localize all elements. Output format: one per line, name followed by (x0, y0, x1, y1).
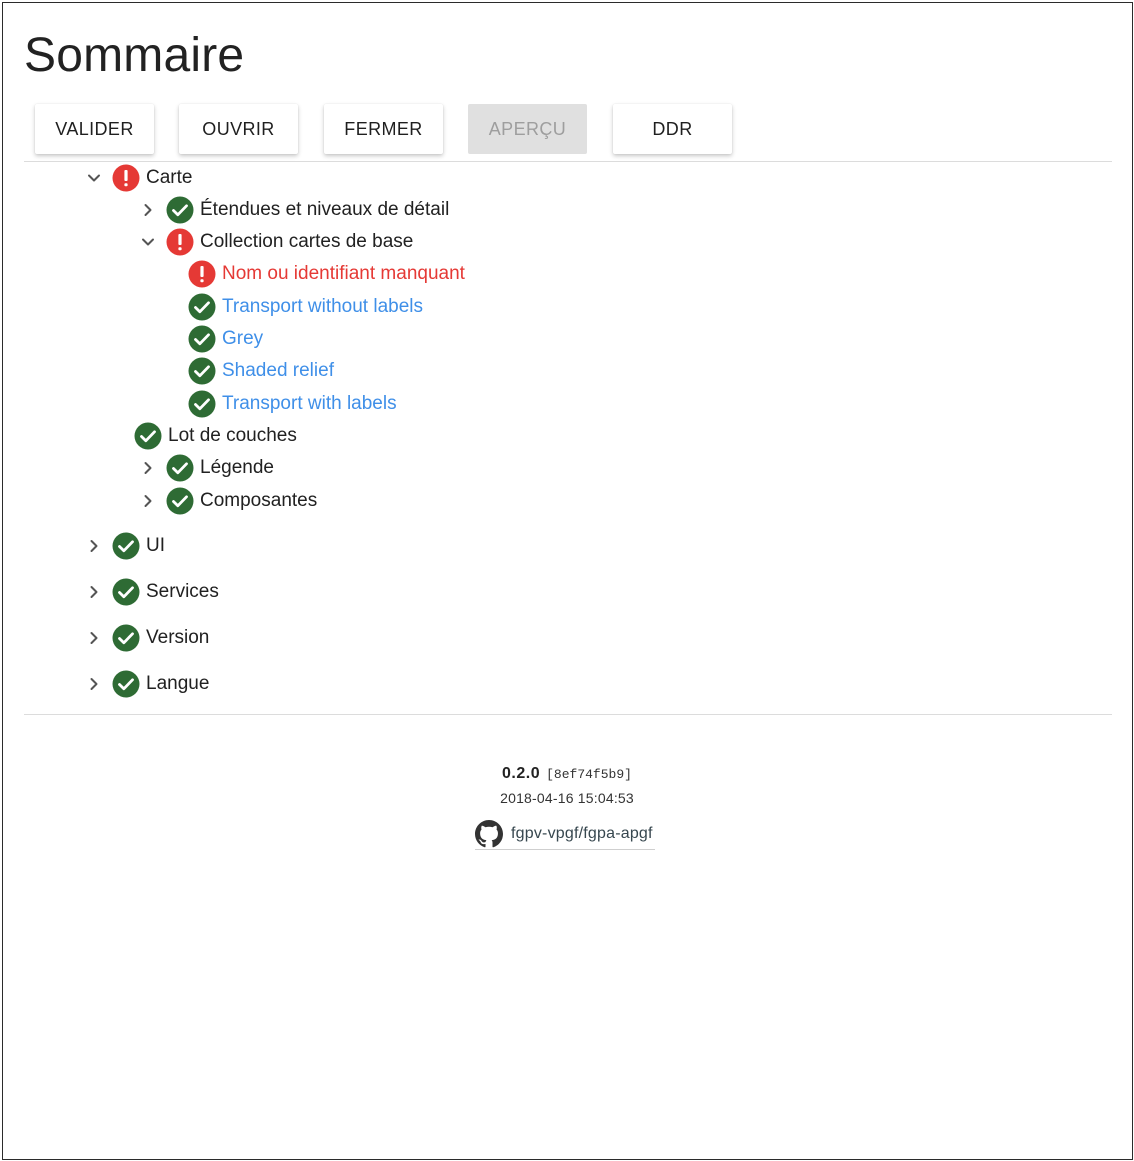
build-date: 2018-04-16 15:04:53 (500, 790, 634, 806)
tree-item-version[interactable]: Version (82, 623, 209, 653)
version-info: 0.2.0 [8ef74f5b9] (0, 765, 1134, 783)
tree-item-label: Version (146, 627, 210, 648)
chevron-down-icon[interactable] (82, 166, 106, 190)
tree-item-label: Légende (200, 457, 274, 478)
top-divider (24, 161, 1112, 162)
tree-item-label: Composantes (200, 490, 318, 511)
page-title: Sommaire (24, 29, 245, 82)
ouvrir-button[interactable]: OUVRIR (179, 104, 298, 154)
version-number: 0.2.0 (502, 765, 541, 782)
check-circle-icon (112, 578, 140, 606)
chevron-right-icon[interactable] (82, 626, 106, 650)
check-circle-icon (188, 390, 216, 418)
tree-item-langue[interactable]: Langue (82, 669, 209, 699)
check-circle-icon (134, 422, 162, 450)
tree-item-legende[interactable]: Légende (136, 453, 274, 483)
repo-link-text[interactable]: fgpv-vpgf/fgpa-apgf (511, 825, 653, 843)
chevron-down-icon[interactable] (136, 230, 160, 254)
check-circle-icon (188, 325, 216, 353)
tree-item-etendues[interactable]: Étendues et niveaux de détail (136, 195, 449, 225)
chevron-right-icon[interactable] (82, 580, 106, 604)
tree-item-composantes[interactable]: Composantes (136, 486, 317, 516)
fermer-button[interactable]: FERMER (324, 104, 443, 154)
tree-item-collection[interactable]: Collection cartes de base (136, 227, 413, 257)
tree-item-link[interactable]: Shaded relief (222, 360, 334, 382)
error-circle-icon (112, 164, 140, 192)
tree-item-link[interactable]: Grey (222, 328, 263, 350)
tree-item-transport-with-labels[interactable]: Transport with labels (188, 389, 397, 419)
repo-link[interactable]: fgpv-vpgf/fgpa-apgf (475, 818, 655, 850)
error-circle-icon (166, 228, 194, 256)
tree-item-label: Carte (146, 167, 193, 188)
tree-item-shaded-relief[interactable]: Shaded relief (188, 356, 334, 386)
check-circle-icon (166, 454, 194, 482)
valider-button[interactable]: VALIDER (35, 104, 154, 154)
tree-item-label: Collection cartes de base (200, 231, 414, 252)
check-circle-icon (112, 532, 140, 560)
tree-item-nom-manquant[interactable]: Nom ou identifiant manquant (188, 259, 465, 289)
check-circle-icon (188, 357, 216, 385)
tree-item-link[interactable]: Nom ou identifiant manquant (222, 263, 465, 285)
github-icon (475, 819, 503, 847)
chevron-right-icon[interactable] (82, 534, 106, 558)
tree-item-link[interactable]: Transport without labels (222, 296, 423, 318)
tree-item-grey[interactable]: Grey (188, 324, 263, 354)
tree-item-label: Services (146, 581, 219, 602)
tree-item-services[interactable]: Services (82, 577, 219, 607)
tree-item-lot-de-couches[interactable]: Lot de couches (134, 421, 297, 451)
check-circle-icon (188, 293, 216, 321)
bottom-divider (24, 714, 1112, 715)
ddr-button[interactable]: DDR (613, 104, 732, 154)
tree-item-ui[interactable]: UI (82, 531, 165, 561)
commit-hash: [8ef74f5b9] (546, 767, 632, 782)
error-circle-icon (188, 260, 216, 288)
check-circle-icon (166, 487, 194, 515)
tree-item-label: Lot de couches (168, 425, 297, 446)
apercu-button: APERÇU (468, 104, 587, 154)
tree-item-label: UI (146, 535, 165, 556)
tree-item-link[interactable]: Transport with labels (222, 393, 397, 415)
tree-item-transport-without-labels[interactable]: Transport without labels (188, 292, 423, 322)
tree-item-label: Étendues et niveaux de détail (200, 199, 450, 220)
check-circle-icon (166, 196, 194, 224)
check-circle-icon (112, 670, 140, 698)
chevron-right-icon[interactable] (82, 672, 106, 696)
chevron-right-icon[interactable] (136, 456, 160, 480)
tree-item-carte[interactable]: Carte (82, 163, 192, 193)
check-circle-icon (112, 624, 140, 652)
chevron-right-icon[interactable] (136, 489, 160, 513)
tree-item-label: Langue (146, 673, 210, 694)
chevron-right-icon[interactable] (136, 198, 160, 222)
